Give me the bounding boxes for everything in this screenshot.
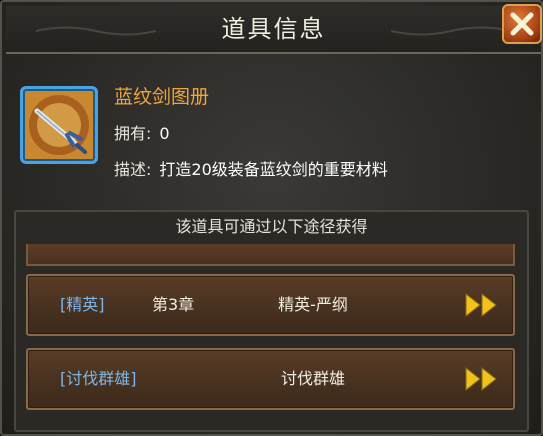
sword-scroll-icon [29, 95, 89, 155]
item-name: 蓝纹剑图册 [114, 86, 210, 108]
dialog-titlebar: 道具信息 [6, 6, 541, 54]
close-button[interactable] [502, 4, 542, 44]
route-tag: [精英] [60, 295, 105, 314]
sources-header: 该道具可通过以下途径获得 [175, 217, 368, 236]
route-tag: [讨伐群雄] [60, 369, 137, 388]
owned-value: 0 [159, 124, 170, 143]
owned-row: 拥有: 0 [114, 120, 170, 144]
double-arrow-right-icon[interactable] [464, 292, 498, 318]
owned-label: 拥有: [114, 124, 152, 143]
route-row-conquest[interactable]: [讨伐群雄] 讨伐群雄 [26, 348, 515, 410]
description-row: 描述: 打造20级装备蓝纹剑的重要材料 [114, 156, 388, 180]
description-value: 打造20级装备蓝纹剑的重要材料 [159, 160, 388, 179]
description-label: 描述: [114, 160, 152, 179]
route-chapter: 第3章 [152, 295, 195, 314]
double-arrow-right-icon[interactable] [464, 366, 498, 392]
route-list-stub [26, 244, 515, 266]
item-icon-frame [20, 86, 98, 164]
title-ornament-right-icon [391, 26, 511, 36]
route-row-elite[interactable]: [精英] 第3章 精英-严纲 [26, 274, 515, 336]
route-stage: 讨伐群雄 [280, 369, 345, 388]
close-x-icon [510, 12, 534, 36]
route-stage: 精英-严纲 [278, 295, 348, 314]
